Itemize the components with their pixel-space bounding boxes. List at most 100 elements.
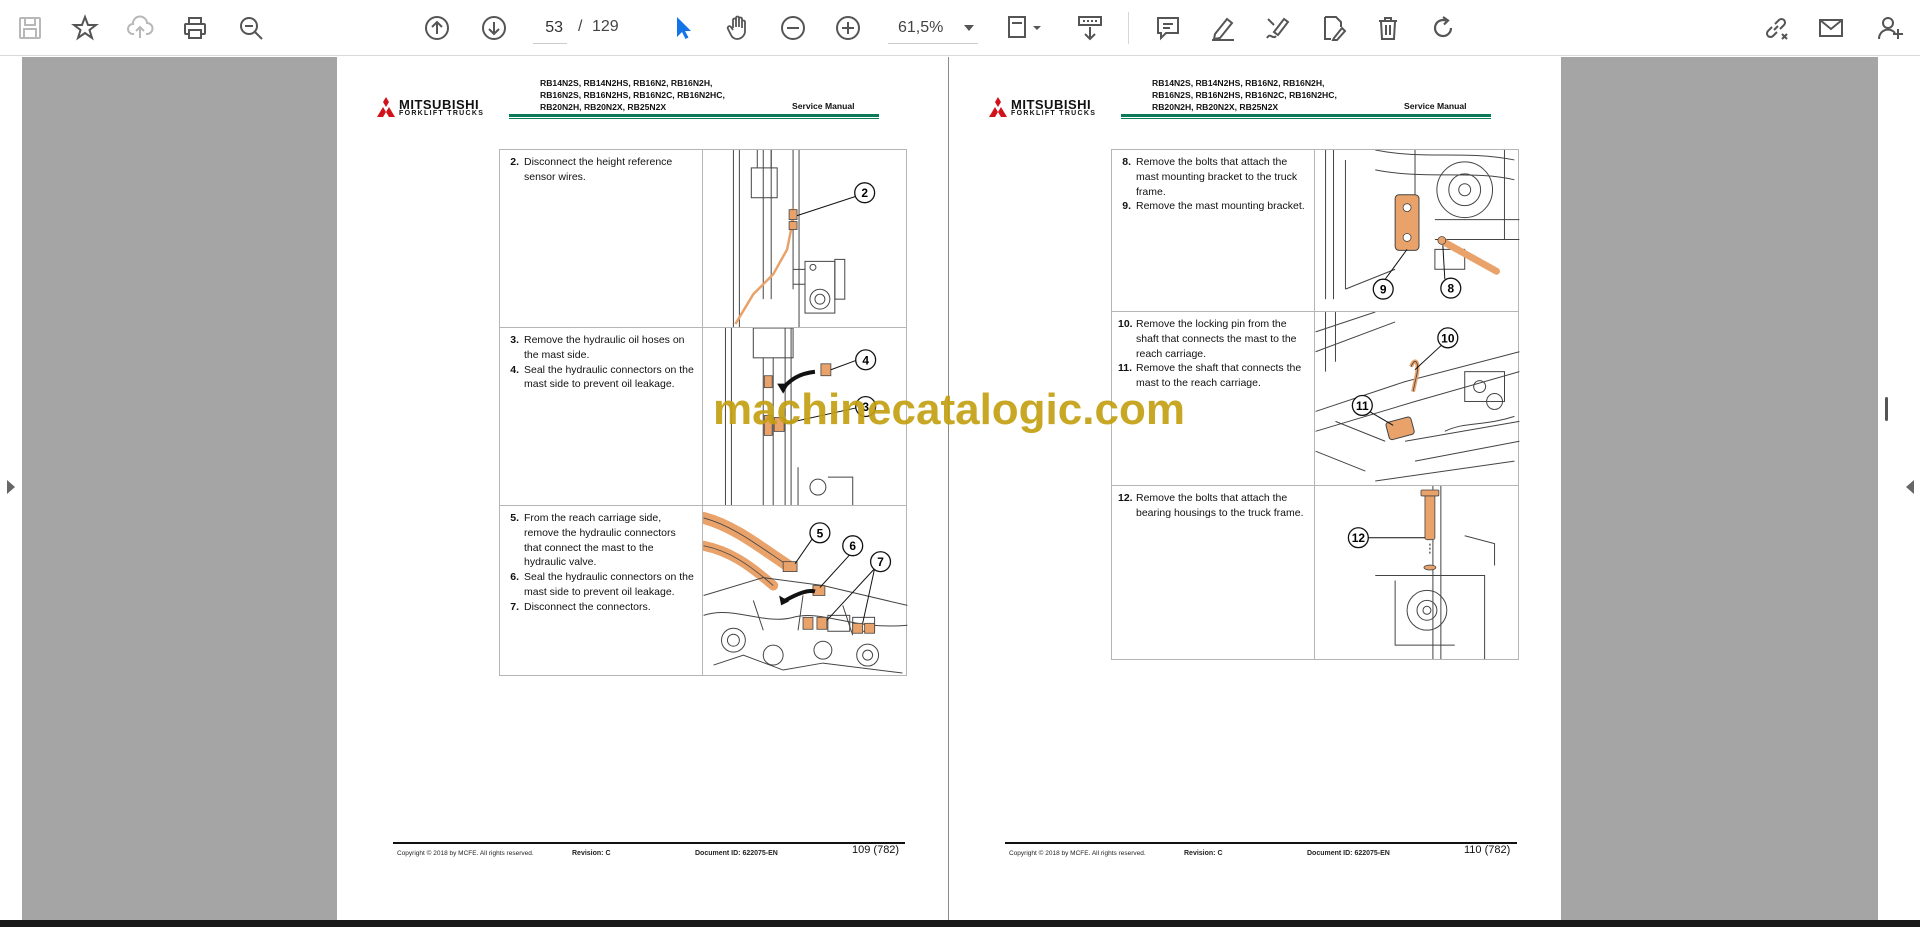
save-icon[interactable]: [12, 10, 48, 46]
mounting-bracket-illustration: 9 8: [1324, 150, 1519, 300]
bookmark-star-icon[interactable]: [67, 10, 103, 46]
step-item: 5. From the reach carriage side, remove …: [506, 511, 696, 570]
chevron-down-icon: [964, 24, 974, 31]
step-text-cell: 3. Remove the hydraulic oil hoses on the…: [499, 327, 703, 506]
revision: Revision: C: [1184, 850, 1223, 857]
step-number: 12.: [1118, 492, 1133, 504]
footer-rule: [1005, 842, 1517, 844]
step-item: 8. Remove the bolts that attach the mast…: [1118, 155, 1308, 199]
taskbar-strip: [0, 920, 1920, 927]
zoom-search-icon[interactable]: [233, 10, 269, 46]
step-text-cell: 8. Remove the bolts that attach the mast…: [1111, 149, 1315, 312]
step-illustration-cell: 2: [701, 149, 908, 328]
step-item: 9. Remove the mast mounting bracket.: [1118, 199, 1308, 214]
step-text-cell: 5. From the reach carriage side, remove …: [499, 505, 703, 676]
step-text: Remove the bolts that attach the bearing…: [1136, 492, 1304, 519]
service-manual-label: Service Manual: [792, 101, 855, 111]
step-number: 5.: [510, 512, 519, 524]
select-cursor-icon[interactable]: [665, 10, 701, 46]
page-fit-icon[interactable]: [1000, 10, 1050, 46]
step-text: Remove the hydraulic oil hoses on the ma…: [524, 334, 685, 361]
mitsubishi-logo: MITSUBISHI FORKLIFT TRUCKS: [987, 97, 1115, 119]
zoom-level-dropdown[interactable]: 61,5%: [888, 12, 978, 44]
document-id: Document ID: 622075-EN: [695, 850, 778, 857]
header-rule-thin: [1121, 118, 1491, 119]
toolbar-divider: [1128, 12, 1129, 44]
step-number: 3.: [510, 334, 519, 346]
step-number: 7.: [510, 600, 519, 613]
email-icon[interactable]: [1813, 10, 1849, 46]
callout-5: 5: [816, 526, 823, 540]
step-item: 4. Seal the hydraulic connectors on the …: [506, 363, 696, 393]
next-page-icon[interactable]: [476, 10, 512, 46]
pdf-page-109: MITSUBISHI FORKLIFT TRUCKS RB14N2S, RB14…: [337, 57, 949, 920]
zoom-level-value: 61,5%: [898, 18, 944, 36]
left-panel-toggle-icon[interactable]: [7, 480, 15, 494]
hydraulic-connectors-illustration: 5 6 7: [702, 511, 908, 674]
document-id: Document ID: 622075-EN: [1307, 850, 1390, 857]
callout-9: 9: [1380, 283, 1387, 297]
table-row: 8. Remove the bolts that attach the mast…: [1111, 149, 1520, 312]
table-row: 12. Remove the bolts that attach the bea…: [1111, 485, 1520, 660]
edit-pdf-icon[interactable]: [1315, 10, 1351, 46]
revision: Revision: C: [572, 850, 611, 857]
step-text: Remove the bolts that attach the mast mo…: [1136, 156, 1298, 198]
header-rule-thin: [509, 118, 879, 119]
model-line: RB14N2S, RB14N2HS, RB16N2, RB16N2H,: [540, 78, 713, 88]
copyright: Copyright © 2018 by MCFE. All rights res…: [397, 850, 534, 857]
table-row: 2. Disconnect the height reference senso…: [499, 149, 908, 328]
step-number: 2.: [510, 156, 519, 168]
footer-rule: [393, 842, 905, 844]
zoom-in-icon[interactable]: [830, 10, 866, 46]
zoom-out-icon[interactable]: [775, 10, 811, 46]
cloud-upload-icon[interactable]: [122, 10, 158, 46]
step-illustration-cell: 5 6 7: [701, 505, 908, 676]
watermark-text: machinecatalogic.com: [713, 385, 1185, 434]
model-line: RB16N2S, RB16N2HS, RB16N2C, RB16N2HC,: [1152, 90, 1337, 100]
draw-sign-icon[interactable]: [1260, 10, 1296, 46]
step-number: 8.: [1122, 156, 1131, 168]
header-rule: [1121, 114, 1491, 117]
rotate-icon[interactable]: [1425, 10, 1461, 46]
scroll-mode-icon[interactable]: [1070, 10, 1110, 46]
three-diamonds-icon: [377, 97, 395, 117]
callout-4: 4: [862, 353, 869, 367]
right-panel-toggle-icon[interactable]: [1906, 480, 1914, 494]
step-text: Disconnect the connectors.: [524, 600, 651, 613]
document-viewer[interactable]: MITSUBISHI FORKLIFT TRUCKS RB14N2S, RB14…: [0, 57, 1920, 920]
callout-2: 2: [861, 186, 868, 200]
step-number: 10.: [1118, 318, 1133, 330]
share-link-icon[interactable]: [1758, 10, 1794, 46]
print-icon[interactable]: [177, 10, 213, 46]
step-text: Disconnect the height reference sensor w…: [524, 156, 673, 183]
step-text: Remove the locking pin from the shaft th…: [1136, 318, 1297, 360]
step-number: 4.: [510, 363, 519, 376]
step-text: Seal the hydraulic connectors on the mas…: [524, 363, 694, 391]
hand-tool-icon[interactable]: [720, 10, 756, 46]
step-text-cell: 12. Remove the bolts that attach the bea…: [1111, 485, 1315, 660]
step-text: Remove the mast mounting bracket.: [1136, 200, 1305, 213]
logo-subtitle: FORKLIFT TRUCKS: [1011, 110, 1097, 117]
step-illustration-cell: 10 11: [1313, 311, 1520, 486]
highlight-pen-icon[interactable]: [1205, 10, 1241, 46]
comment-icon[interactable]: [1150, 10, 1186, 46]
service-manual-label: Service Manual: [1404, 101, 1467, 111]
model-line: RB16N2S, RB16N2HS, RB16N2C, RB16N2HC,: [540, 90, 725, 100]
step-illustration-cell: 12: [1313, 485, 1520, 660]
header-rule: [509, 114, 879, 117]
previous-page-icon[interactable]: [419, 10, 455, 46]
step-item: 12. Remove the bolts that attach the bea…: [1118, 491, 1308, 521]
copyright: Copyright © 2018 by MCFE. All rights res…: [1009, 850, 1146, 857]
add-user-icon[interactable]: [1870, 10, 1910, 46]
table-row: 5. From the reach carriage side, remove …: [499, 505, 908, 676]
page-separator: /: [578, 18, 583, 35]
callout-12: 12: [1351, 531, 1365, 545]
toolbar: / 129 61,5%: [0, 0, 1920, 56]
page-number: 110 (782): [1464, 844, 1511, 856]
callout-7: 7: [877, 555, 884, 569]
page-number-input[interactable]: [533, 12, 567, 44]
delete-trash-icon[interactable]: [1370, 10, 1406, 46]
page-number: 109 (782): [852, 844, 900, 856]
step-item: 2. Disconnect the height reference senso…: [506, 155, 696, 185]
scrollbar-thumb[interactable]: [1885, 397, 1888, 421]
